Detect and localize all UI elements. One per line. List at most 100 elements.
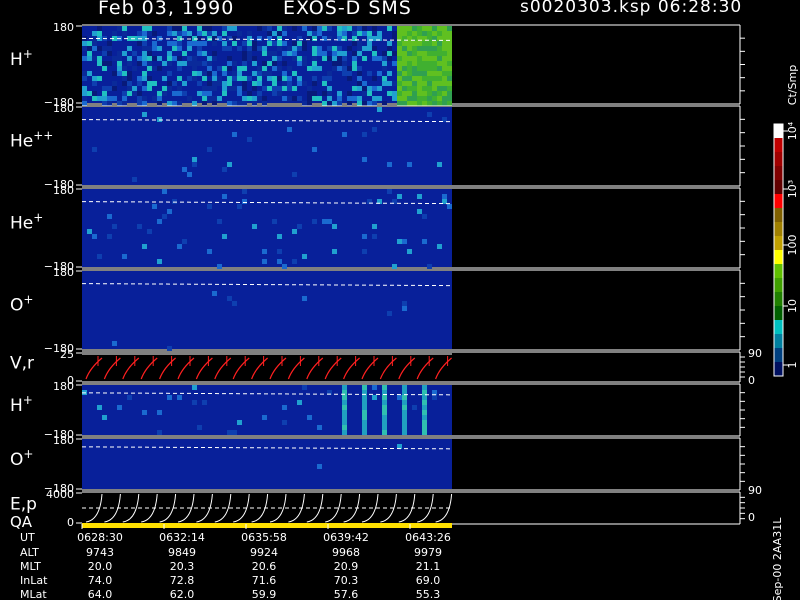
spectrogram-cell	[177, 395, 182, 400]
spectrogram-cell	[242, 96, 247, 101]
spectrogram-cell	[167, 56, 172, 61]
spectrogram-cell	[207, 56, 212, 61]
spectrogram-cell	[397, 31, 402, 36]
spectrogram-background	[82, 385, 452, 435]
spectrogram-cell	[222, 31, 227, 36]
spectrogram-cell	[172, 81, 177, 86]
spectrogram-cell	[262, 61, 267, 66]
spectrogram-cell	[417, 56, 422, 61]
spectrogram-cell	[372, 51, 377, 56]
spectrogram-cell	[422, 46, 427, 51]
spectrogram-cell	[147, 51, 152, 56]
spectrogram-cell	[292, 41, 297, 46]
spectrogram-cell	[192, 61, 197, 66]
spectrogram-cell	[422, 81, 427, 86]
spectrogram-cell	[402, 46, 407, 51]
species-charge: ++	[33, 128, 53, 142]
spectrogram-cell	[172, 46, 177, 51]
spectrogram-cell	[117, 61, 122, 66]
spectrogram-cell	[372, 127, 377, 132]
spectrogram-cell	[267, 76, 272, 81]
spectrogram-cell	[172, 31, 177, 36]
qa-label: QA	[10, 513, 33, 531]
spectrogram-cell	[407, 46, 412, 51]
spectrogram-cell	[102, 61, 107, 66]
spectrogram-cell	[127, 86, 132, 91]
spectrogram-cell	[302, 61, 307, 66]
spectrogram-cell	[247, 96, 252, 101]
colorbar-tick-label: 1	[786, 362, 799, 369]
spectrogram-cell	[342, 410, 347, 415]
spectrogram-cell	[427, 61, 432, 66]
spectrogram-cell	[277, 249, 282, 254]
spectrogram-cell	[187, 76, 192, 81]
spectrogram-cell	[177, 31, 182, 36]
spectrogram-cell	[237, 86, 242, 91]
spectrogram-cell	[422, 86, 427, 91]
spectrogram-cell	[187, 36, 192, 41]
spectrogram-cell	[357, 96, 362, 101]
spectrogram-cell	[447, 91, 452, 96]
spectrogram-cell	[282, 31, 287, 36]
spectrogram-cell	[157, 91, 162, 96]
spectrogram-cell	[417, 51, 422, 56]
spectrogram-cell	[102, 86, 107, 91]
spectrogram-cell	[352, 41, 357, 46]
spectrogram-cell	[312, 46, 317, 51]
spectrogram-cell	[427, 56, 432, 61]
spectrogram-cell	[402, 301, 407, 306]
spectrogram-cell	[397, 91, 402, 96]
spectrogram-cell	[217, 219, 222, 224]
spectrogram-cell	[382, 430, 387, 435]
colorbar-segment	[774, 292, 783, 306]
spectrogram-cell	[312, 81, 317, 86]
spectrogram-cell	[237, 71, 242, 76]
spectrogram-cell	[202, 101, 207, 106]
spectrogram-cell	[87, 229, 92, 234]
y-axis-max-label: 180	[53, 266, 74, 279]
spectrogram-cell	[272, 81, 277, 86]
spectrogram-cell	[252, 86, 257, 91]
spectrogram-cell	[397, 51, 402, 56]
spectrogram-cell	[182, 239, 187, 244]
spectrogram-cell	[437, 41, 442, 46]
spectrogram-cell	[132, 177, 137, 182]
spectrogram-cell	[192, 101, 197, 106]
spectrogram-cell	[382, 410, 387, 415]
spectrogram-cell	[297, 224, 302, 229]
footer-value: 20.3	[170, 560, 195, 573]
spectrogram-cell	[117, 66, 122, 71]
spectrogram-cell	[442, 91, 447, 96]
spectrogram-cell	[107, 96, 112, 101]
species-charge: +	[23, 393, 33, 407]
footer-value: 9924	[250, 546, 278, 559]
spectrogram-cell	[212, 36, 217, 41]
qa-bar	[82, 523, 452, 528]
spectrogram-cell	[192, 162, 197, 167]
spectrogram-cell	[212, 86, 217, 91]
spectrogram-cell	[82, 56, 87, 61]
spectrogram-cell	[197, 91, 202, 96]
spectrogram-cell	[222, 26, 227, 31]
species-charge: +	[23, 47, 33, 61]
spectrogram-cell	[192, 157, 197, 162]
spectrogram-cell	[157, 96, 162, 101]
spectrogram-cell	[137, 76, 142, 81]
spectrogram-cell	[197, 71, 202, 76]
spectrogram-cell	[117, 405, 122, 410]
spectrogram-cell	[112, 96, 117, 101]
spectrogram-cell	[107, 214, 112, 219]
spectrogram-cell	[427, 66, 432, 71]
spectrogram-cell	[202, 71, 207, 76]
spectrogram-cell	[392, 81, 397, 86]
spectrogram-cell	[262, 96, 267, 101]
spectrogram-cell	[157, 410, 162, 415]
spectrogram-cell	[412, 26, 417, 31]
spectrogram-cell	[92, 76, 97, 81]
spectrogram-cell	[402, 415, 407, 420]
spectrogram-cell	[432, 41, 437, 46]
spectrogram-cell	[262, 249, 267, 254]
spectrogram-cell	[432, 46, 437, 51]
spectrogram-cell	[362, 101, 367, 106]
spectrogram-cell	[447, 41, 452, 46]
